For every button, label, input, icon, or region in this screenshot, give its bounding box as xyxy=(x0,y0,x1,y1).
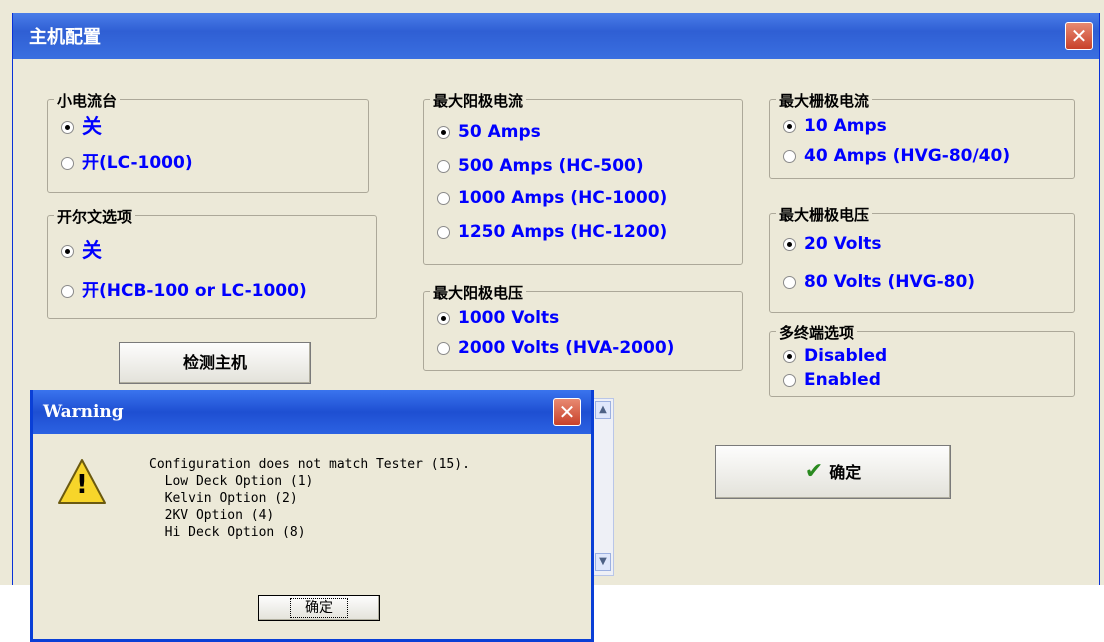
warning-titlebar: Warning ✕ xyxy=(33,390,591,434)
radio-empty-icon xyxy=(437,159,450,173)
option-label: 关 xyxy=(82,114,102,138)
radio-kelvin-off[interactable]: 关 xyxy=(61,234,102,263)
option-label: Disabled xyxy=(804,346,888,366)
radio-multi-disabled[interactable]: Disabled xyxy=(783,346,887,366)
warning-dialog: Warning ✕ ! Configuration does not match… xyxy=(30,390,594,642)
close-icon: ✕ xyxy=(558,400,576,424)
radio-empty-icon xyxy=(61,284,74,298)
radio-gate-voltage-20[interactable]: 20 Volts xyxy=(783,234,882,254)
warning-close-button[interactable]: ✕ xyxy=(553,398,581,426)
option-label: Enabled xyxy=(804,370,881,390)
group-max-gate-current: 最大栅极电流 10 Amps 40 Amps (HVG-80/40) xyxy=(769,90,1075,179)
detect-host-button[interactable]: 检测主机 xyxy=(119,342,311,384)
scroll-down-arrow-icon[interactable]: ▼ xyxy=(595,553,611,571)
checkmark-icon: ✔ xyxy=(804,459,824,484)
radio-selected-icon xyxy=(783,237,796,251)
group-title: 最大阳极电流 xyxy=(430,90,527,111)
ok-button[interactable]: ✔ 确定 xyxy=(715,445,951,499)
radio-empty-icon xyxy=(437,341,450,355)
group-kelvin: 开尔文选项 关 开(HCB-100 or LC-1000) xyxy=(47,206,377,319)
radio-empty-icon xyxy=(783,275,796,289)
close-icon: ✕ xyxy=(1070,24,1088,48)
window-title: 主机配置 xyxy=(29,27,101,48)
group-max-anode-current: 最大阳极电流 50 Amps 500 Amps (HC-500) 1000 Am… xyxy=(423,90,743,265)
option-label: 关 xyxy=(82,238,102,262)
radio-empty-icon xyxy=(437,225,450,239)
close-button[interactable]: ✕ xyxy=(1065,22,1093,50)
option-label: 20 Volts xyxy=(804,234,882,254)
option-label: 500 Amps (HC-500) xyxy=(458,156,644,176)
radio-anode-voltage-1000[interactable]: 1000 Volts xyxy=(437,308,559,328)
radio-anode-voltage-2000[interactable]: 2000 Volts (HVA-2000) xyxy=(437,338,674,358)
radio-anode-current-1000[interactable]: 1000 Amps (HC-1000) xyxy=(437,188,667,208)
option-label: 1000 Amps (HC-1000) xyxy=(458,188,668,208)
radio-gate-voltage-80[interactable]: 80 Volts (HVG-80) xyxy=(783,272,975,292)
group-max-anode-voltage: 最大阳极电压 1000 Volts 2000 Volts (HVA-2000) xyxy=(423,282,743,371)
group-title: 多终端选项 xyxy=(776,322,858,343)
group-max-gate-voltage: 最大栅极电压 20 Volts 80 Volts (HVG-80) xyxy=(769,204,1075,313)
option-label: 1000 Volts xyxy=(458,308,560,328)
radio-empty-icon xyxy=(437,191,450,205)
option-label: 1250 Amps (HC-1200) xyxy=(458,222,668,242)
radio-selected-icon xyxy=(61,121,74,134)
group-title: 小电流台 xyxy=(54,90,121,111)
radio-empty-icon xyxy=(783,373,796,387)
group-title: 最大栅极电压 xyxy=(776,204,873,225)
option-label: 开(LC-1000) xyxy=(82,153,193,173)
radio-gate-current-10[interactable]: 10 Amps xyxy=(783,116,887,136)
radio-selected-icon xyxy=(437,125,450,139)
warning-title: Warning xyxy=(43,402,124,422)
option-label: 10 Amps xyxy=(804,116,887,136)
radio-multi-enabled[interactable]: Enabled xyxy=(783,370,881,390)
ok-button-label: 确定 xyxy=(829,463,862,482)
warning-icon: ! xyxy=(57,458,107,506)
warning-ok-label: 确定 xyxy=(290,598,348,618)
option-label: 2000 Volts (HVA-2000) xyxy=(458,338,675,358)
group-title: 最大阳极电压 xyxy=(430,282,527,303)
group-title: 开尔文选项 xyxy=(54,206,136,227)
warning-message: Configuration does not match Tester (15)… xyxy=(149,457,470,540)
radio-empty-icon xyxy=(783,149,796,163)
group-title: 最大栅极电流 xyxy=(776,90,873,111)
option-label: 80 Volts (HVG-80) xyxy=(804,272,976,292)
radio-anode-current-1250[interactable]: 1250 Amps (HC-1200) xyxy=(437,222,667,242)
warning-ok-button[interactable]: 确定 xyxy=(258,595,380,621)
radio-kelvin-on[interactable]: 开(HCB-100 or LC-1000) xyxy=(61,276,307,301)
option-label: 40 Amps (HVG-80/40) xyxy=(804,146,1011,166)
option-label: 开(HCB-100 or LC-1000) xyxy=(82,281,307,301)
radio-low-current-on[interactable]: 开(LC-1000) xyxy=(61,148,193,173)
exclamation-glyph: ! xyxy=(76,470,88,500)
group-low-current: 小电流台 关 开(LC-1000) xyxy=(47,90,369,193)
radio-selected-icon xyxy=(61,245,74,258)
radio-anode-current-500[interactable]: 500 Amps (HC-500) xyxy=(437,156,644,176)
scroll-up-arrow-icon[interactable]: ▲ xyxy=(595,401,611,419)
main-titlebar: 主机配置 ✕ xyxy=(13,13,1099,59)
radio-selected-icon xyxy=(783,349,796,363)
radio-selected-icon xyxy=(437,311,450,325)
group-multi-terminal: 多终端选项 Disabled Enabled xyxy=(769,322,1075,397)
radio-gate-current-40[interactable]: 40 Amps (HVG-80/40) xyxy=(783,146,1010,166)
radio-anode-current-50[interactable]: 50 Amps xyxy=(437,122,541,142)
radio-low-current-off[interactable]: 关 xyxy=(61,110,102,139)
radio-selected-icon xyxy=(783,119,796,133)
listbox-scrollbar[interactable]: ▲ ▼ xyxy=(592,398,614,576)
radio-empty-icon xyxy=(61,156,74,170)
option-label: 50 Amps xyxy=(458,122,541,142)
